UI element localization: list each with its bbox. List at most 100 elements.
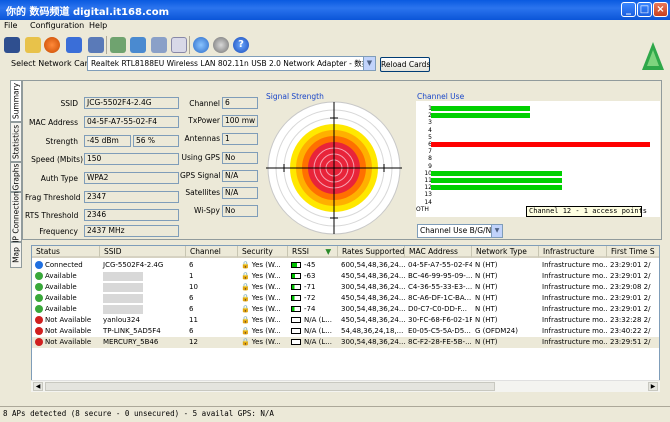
- cell-rates: 450,54,48,36,24...: [338, 271, 405, 282]
- rts-label: RTS Threshold: [25, 211, 79, 220]
- cell-infra-text: Infrastructure mo...: [542, 338, 607, 346]
- lock-icon: 🔒: [241, 338, 250, 346]
- computer-icon[interactable]: [88, 37, 104, 53]
- cell-type: N (HT): [472, 293, 539, 304]
- minimize-button[interactable]: _: [621, 2, 636, 17]
- cell-first: 23:40:22 2/: [607, 326, 659, 337]
- cell-status-text: Available: [45, 272, 77, 280]
- record-icon[interactable]: [44, 37, 60, 53]
- cell-channel: 1: [186, 271, 238, 282]
- cell-type: N (HT): [472, 304, 539, 315]
- horizontal-scrollbar[interactable]: ◀ ▶: [31, 380, 660, 392]
- gps-icon[interactable]: [213, 37, 229, 53]
- tab-graphs[interactable]: Graphs: [10, 162, 22, 192]
- col-rates[interactable]: Rates Supported: [338, 246, 405, 258]
- rssi-meter: [291, 317, 301, 323]
- cell-rates-text: 600,54,48,36,24...: [341, 261, 405, 269]
- col-first-time[interactable]: First Time S: [607, 246, 659, 258]
- cell-rssi: -45: [288, 260, 338, 271]
- strength-dbm: -45 dBm: [84, 135, 131, 147]
- cell-infra: Infrastructure mo...: [539, 337, 607, 348]
- checklist-icon[interactable]: [151, 37, 167, 53]
- cell-security: 🔒 Yes (W...: [238, 271, 288, 282]
- cell-type-text: N (HT): [475, 305, 498, 313]
- save-icon[interactable]: [4, 37, 20, 53]
- frequency-label: Frequency: [39, 227, 78, 236]
- cell-ssid: TP-LINK_5AD5F4: [100, 326, 186, 337]
- status-dot-icon: [35, 338, 43, 346]
- close-button[interactable]: ×: [653, 2, 668, 17]
- cell-channel-text: 11: [189, 316, 198, 324]
- table-row[interactable]: Not Available MERCURY_5B46 12 🔒 Yes (W... N/A…: [32, 337, 659, 348]
- document-icon[interactable]: [171, 37, 187, 53]
- cell-channel-text: 1: [189, 272, 194, 280]
- open-folder-icon[interactable]: [25, 37, 41, 53]
- col-infrastructure[interactable]: Infrastructure: [539, 246, 607, 258]
- cell-channel: 6: [186, 260, 238, 271]
- cell-rates: 300,54,48,36,24...: [338, 282, 405, 293]
- cell-mac: 8C-F2-28-FE-5B-...: [405, 337, 472, 348]
- help-icon[interactable]: ?: [233, 37, 249, 53]
- table-row[interactable]: Available 10 🔒 Yes (W... -71 300,54,48,36,24.…: [32, 282, 659, 293]
- chevron-down-icon[interactable]: ▼: [363, 57, 375, 70]
- lock-icon: 🔒: [241, 294, 250, 302]
- play-icon[interactable]: [110, 37, 126, 53]
- col-mac[interactable]: MAC Address: [405, 246, 472, 258]
- table-row[interactable]: Available 6 🔒 Yes (W... -74 300,54,48,36,24..…: [32, 304, 659, 315]
- chevron-down-icon[interactable]: ▼: [491, 225, 502, 237]
- tab-ip-connection[interactable]: IP Connection: [10, 191, 22, 243]
- cell-status-text: Connected: [45, 261, 83, 269]
- map-icon[interactable]: [130, 37, 146, 53]
- cell-first: 23:32:28 2/: [607, 315, 659, 326]
- cell-type-text: N (HT): [475, 261, 498, 269]
- cell-security: 🔒 Yes (W...: [238, 304, 288, 315]
- scroll-left-icon[interactable]: ◀: [33, 382, 43, 391]
- frag-label: Frag Threshold: [25, 193, 81, 202]
- col-rssi[interactable]: RSSI ▼: [288, 246, 338, 258]
- cell-first-text: 23:29:01 2/: [610, 261, 651, 269]
- tab-summary[interactable]: Summary: [10, 80, 22, 122]
- rssi-meter: [291, 284, 301, 290]
- reload-cards-button[interactable]: Reload Cards: [380, 57, 430, 72]
- cell-security-text: Yes (W...: [251, 294, 281, 302]
- globe-icon[interactable]: [193, 37, 209, 53]
- cell-rates-text: 450,54,48,36,24...: [341, 294, 405, 302]
- cell-security-text: Yes (W...: [251, 338, 281, 346]
- table-row[interactable]: Connected JCG-5502F4-2.4G 6 🔒 Yes (W... -45 60…: [32, 260, 659, 271]
- scroll-right-icon[interactable]: ▶: [648, 382, 658, 391]
- menu-configuration[interactable]: Configuration: [30, 21, 84, 30]
- tab-summary-label: Summary: [11, 82, 21, 120]
- tab-map[interactable]: Map: [10, 242, 22, 268]
- cell-infra: Infrastructure mo...: [539, 315, 607, 326]
- table-row[interactable]: Available 6 🔒 Yes (W... -72 450,54,48,36,24..…: [32, 293, 659, 304]
- table-row[interactable]: Available 1 🔒 Yes (W... -63 450,54,48,36,24..…: [32, 271, 659, 282]
- tab-map-label: Map: [11, 247, 21, 263]
- txpower-value: 100 mw: [222, 115, 258, 127]
- table-row[interactable]: Not Available TP-LINK_5AD5F4 6 🔒 Yes (W... N/…: [32, 326, 659, 337]
- lock-icon: 🔒: [241, 283, 250, 291]
- col-status[interactable]: Status: [32, 246, 100, 258]
- scroll-thumb[interactable]: [45, 382, 495, 391]
- col-channel[interactable]: Channel: [186, 246, 238, 258]
- menu-file[interactable]: File: [4, 21, 17, 30]
- cell-status: Connected: [32, 260, 100, 271]
- cell-mac-text: 8C-A6-DF-1C-BA...: [408, 294, 472, 302]
- cell-ssid: [100, 271, 186, 282]
- network-card-select[interactable]: Realtek RTL8188EU Wireless LAN 802.11n U…: [87, 56, 376, 71]
- status-dot-icon: [35, 294, 43, 302]
- col-security[interactable]: Security: [238, 246, 288, 258]
- network-card-value: Realtek RTL8188EU Wireless LAN 802.11n U…: [91, 59, 376, 68]
- band-select[interactable]: Channel Use B/G/N ▼: [417, 224, 503, 238]
- cell-infra: Infrastructure mo...: [539, 271, 607, 282]
- cell-channel: 6: [186, 304, 238, 315]
- table-row[interactable]: Not Available yanlou324 11 🔒 Yes (W... N/A (L…: [32, 315, 659, 326]
- col-ssid[interactable]: SSID: [100, 246, 186, 258]
- lock-icon: 🔒: [241, 327, 250, 335]
- maximize-button[interactable]: □: [637, 2, 652, 17]
- tab-statistics[interactable]: Statistics: [10, 122, 22, 162]
- tab-graphs-label: Graphs: [11, 163, 21, 191]
- cell-infra-text: Infrastructure mo...: [542, 327, 607, 335]
- menu-help[interactable]: Help: [89, 21, 107, 30]
- col-network-type[interactable]: Network Type: [472, 246, 539, 258]
- network-icon[interactable]: [66, 37, 82, 53]
